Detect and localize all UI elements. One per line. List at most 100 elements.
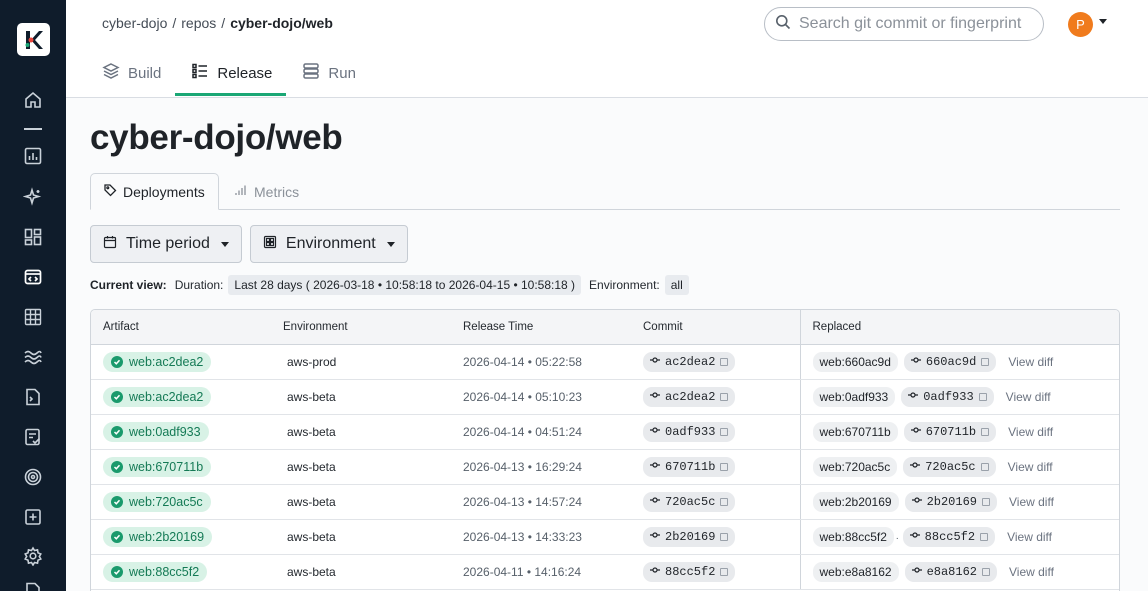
tab-metrics[interactable]: Metrics (222, 173, 311, 210)
commit-cell: ac2dea2 (631, 344, 800, 380)
tab-deployments[interactable]: Deployments (90, 173, 219, 210)
time-period-dropdown[interactable]: Time period (90, 225, 242, 263)
external-link-icon (720, 357, 729, 366)
table-row: web:0adf933 aws-beta 2026-04-14 • 04:51:24… (91, 414, 1119, 450)
commit-icon (910, 355, 921, 369)
settings-icon[interactable] (22, 545, 44, 567)
view-diff-link[interactable]: View diff (1008, 425, 1053, 439)
replaced-artifact-link[interactable]: web:720ac5c (812, 456, 898, 477)
time-period-label: Time period (126, 235, 210, 252)
replaced-commit-sha: 660ac9d (925, 354, 977, 369)
environment-name: aws-beta (287, 529, 336, 544)
plus-square-icon[interactable] (22, 506, 44, 528)
avatar[interactable]: P (1068, 12, 1093, 37)
terminal-file-icon[interactable] (22, 386, 44, 408)
commit-link[interactable]: 720ac5c (643, 491, 736, 512)
replaced-commit-link[interactable]: e8a8162 (904, 561, 997, 582)
dashboard-icon[interactable] (22, 226, 44, 248)
environment-dropdown[interactable]: Environment (249, 225, 408, 263)
commit-icon (650, 390, 660, 404)
commit-link[interactable]: 88cc5f2 (643, 561, 736, 582)
artifact-link[interactable]: web:ac2dea2 (103, 351, 212, 372)
replaced-commit-sha: 2b20169 (926, 494, 977, 509)
code-repo-icon[interactable] (22, 266, 44, 288)
sparkle-icon[interactable] (22, 186, 44, 208)
checklist-icon[interactable] (22, 426, 44, 448)
commit-icon (911, 495, 922, 509)
commit-link[interactable]: 2b20169 (643, 526, 736, 547)
environment-key: Environment: (589, 278, 660, 292)
search-box (764, 7, 1044, 41)
breadcrumb-section[interactable]: repos (181, 15, 216, 31)
replaced-commit-link[interactable]: 720ac5c (903, 456, 996, 477)
artifact-link[interactable]: web:ac2dea2 (103, 386, 212, 407)
replaced-artifact-link[interactable]: web:660ac9d (812, 351, 898, 372)
replaced-artifact-link[interactable]: web:0adf933 (812, 386, 896, 407)
view-diff-link[interactable]: View diff (1008, 460, 1053, 474)
artifact-link[interactable]: web:0adf933 (103, 421, 209, 442)
artifact-link[interactable]: web:670711b (103, 456, 212, 477)
artifact-link[interactable]: web:88cc5f2 (103, 561, 208, 582)
external-link-icon (978, 392, 987, 401)
environment-cell: aws-beta (271, 379, 451, 415)
replaced-commit-link[interactable]: 0adf933 (901, 386, 994, 407)
file-icon[interactable] (22, 580, 44, 591)
replaced-artifact-link[interactable]: web:670711b (812, 421, 898, 442)
check-circle-icon (111, 390, 123, 403)
view-diff-link[interactable]: View diff (1008, 355, 1053, 369)
kosli-logo-icon[interactable] (17, 23, 50, 56)
deployments-table: Artifact Environment Release Time Commit… (90, 309, 1120, 591)
commit-icon (650, 425, 660, 439)
duration-value: Last 28 days ( 2026-03-18 • 10:58:18 to … (228, 275, 582, 295)
commit-sha: 720ac5c (665, 494, 716, 509)
external-link-icon (981, 357, 990, 366)
commit-icon (908, 390, 919, 404)
breadcrumb-org[interactable]: cyber-dojo (102, 15, 167, 31)
environment-cell: aws-beta (271, 554, 451, 590)
header-commit: Commit (631, 310, 800, 345)
tab-deployments-label: Deployments (123, 183, 205, 200)
commit-sha: 88cc5f2 (665, 564, 716, 579)
commit-link[interactable]: ac2dea2 (643, 351, 736, 372)
view-diff-link[interactable]: View diff (1009, 495, 1054, 509)
grid-icon[interactable] (22, 306, 44, 328)
search-input[interactable] (799, 15, 1034, 33)
view-diff-link[interactable]: View diff (1009, 565, 1054, 579)
current-view-summary: Current view: Duration: Last 28 days ( 2… (90, 275, 697, 295)
tab-run[interactable]: Run (302, 58, 370, 96)
check-circle-icon (111, 495, 123, 508)
release-time-cell: 2026-04-14 • 05:10:23 (451, 379, 631, 415)
view-diff-link[interactable]: View diff (1006, 390, 1051, 404)
metrics-icon (234, 183, 248, 200)
artifact-link[interactable]: web:2b20169 (103, 526, 213, 547)
commit-sha: ac2dea2 (665, 389, 716, 404)
replaced-commit-link[interactable]: 660ac9d (903, 351, 997, 372)
release-time-cell: 2026-04-11 • 14:16:24 (451, 554, 631, 590)
home-icon[interactable] (22, 89, 44, 111)
view-diff-link[interactable]: View diff (1007, 530, 1052, 544)
commit-icon (650, 530, 660, 544)
commit-cell: 670711b (631, 449, 800, 485)
tab-build[interactable]: Build (102, 58, 175, 96)
release-time: 2026-04-13 • 14:57:24 (463, 494, 582, 509)
replaced-artifact-link[interactable]: web:88cc5f2 (812, 526, 894, 547)
target-icon[interactable] (22, 466, 44, 488)
check-circle-icon (111, 355, 123, 368)
waves-icon[interactable] (22, 346, 44, 368)
commit-sha: ac2dea2 (665, 354, 716, 369)
commit-link[interactable]: 670711b (643, 456, 736, 477)
bar-chart-icon[interactable] (22, 145, 44, 167)
commit-cell: 0adf933 (631, 414, 800, 450)
replaced-artifact-link[interactable]: web:e8a8162 (812, 561, 899, 582)
replaced-artifact-link[interactable]: web:2b20169 (812, 491, 899, 512)
commit-link[interactable]: ac2dea2 (643, 386, 736, 407)
chevron-down-icon[interactable] (1099, 19, 1107, 24)
replaced-commit-link[interactable]: 88cc5f2 (902, 526, 996, 547)
replaced-commit-link[interactable]: 670711b (903, 421, 997, 442)
release-time-cell: 2026-04-14 • 04:51:24 (451, 414, 631, 450)
replaced-commit-link[interactable]: 2b20169 (904, 491, 997, 512)
commit-link[interactable]: 0adf933 (643, 421, 736, 442)
artifact-link[interactable]: web:720ac5c (103, 491, 211, 512)
tab-release[interactable]: Release (175, 58, 287, 96)
artifact-cell: web:ac2dea2 (91, 379, 271, 415)
